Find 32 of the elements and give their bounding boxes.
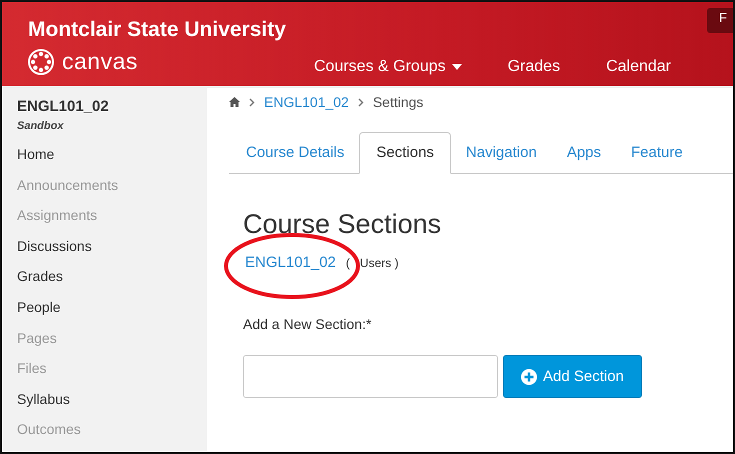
current-page-label: Settings [372, 94, 424, 110]
caret-icon [452, 64, 462, 70]
nav-link[interactable]: Grades [508, 58, 560, 76]
chevron-icon [358, 98, 364, 106]
home-icon[interactable] [229, 97, 240, 107]
page-heading: Course Sections [243, 209, 442, 240]
section-name-field[interactable] [243, 355, 498, 398]
add-section-button[interactable]: Add Section [503, 355, 642, 398]
sidebar-item[interactable]: Syllabus [17, 390, 207, 422]
section-link[interactable]: ENGL101_02 [245, 254, 336, 271]
user-count: ( Users ) [346, 256, 399, 270]
field-label: Add a New Section:* [243, 316, 372, 332]
settings-tab[interactable]: Course Details [231, 132, 360, 174]
settings-tab[interactable]: Sections [359, 132, 451, 174]
header-button[interactable]: F [707, 8, 733, 33]
nav-link[interactable]: Calendar [606, 58, 672, 76]
settings-tab[interactable]: Navigation [450, 132, 552, 174]
sidebar-item[interactable]: Discussions [17, 238, 207, 268]
sidebar-item[interactable]: Home [17, 146, 207, 177]
nav-link[interactable]: Courses & Groups [314, 58, 462, 76]
settings-tab[interactable]: Feature [616, 132, 698, 174]
sidebar-item[interactable]: Grades [17, 268, 207, 299]
breadcrumb-link[interactable]: ENGL101_02 [264, 94, 349, 110]
course-term: Sandbox [17, 120, 65, 132]
logo-icon [28, 48, 54, 74]
course-code: ENGL101_02 [17, 98, 110, 115]
settings-tab[interactable]: Apps [552, 132, 616, 174]
plus-icon [521, 368, 537, 384]
logo-text[interactable]: canvas [62, 48, 138, 75]
chevron-icon [249, 98, 255, 106]
sidebar-item[interactable]: People [17, 298, 207, 330]
institution-name: Montclair State University [28, 18, 286, 42]
